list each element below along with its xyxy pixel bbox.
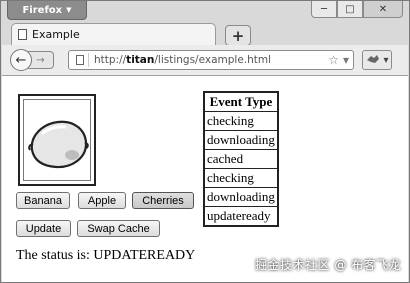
nav-buttons: ← →	[10, 49, 66, 71]
table-row: updateready	[203, 206, 279, 227]
chevron-down-icon[interactable]: ▾	[343, 53, 349, 67]
event-cell: downloading	[203, 187, 279, 207]
lemon-image	[28, 120, 89, 169]
back-button[interactable]: ←	[10, 49, 32, 71]
apple-button[interactable]: Apple	[78, 192, 126, 209]
maximize-button[interactable]: □	[337, 1, 363, 18]
table-header-row: Event Type	[203, 91, 279, 112]
table-row: checking	[203, 168, 279, 188]
navigation-toolbar: ← → http://titan/listings/example.html ☆…	[2, 45, 408, 76]
fruit-image-frame	[18, 94, 96, 186]
firefox-menu-button[interactable]: Firefox ▼	[7, 1, 87, 20]
event-cell: downloading	[203, 130, 279, 150]
table-row: cached	[203, 149, 279, 169]
chevron-down-icon: ▾	[383, 54, 389, 66]
close-button[interactable]: ✕	[363, 1, 403, 18]
event-table: Event Type checking downloading cached c…	[203, 91, 279, 227]
puzzle-icon	[367, 55, 380, 63]
cherries-button[interactable]: Cherries	[132, 192, 194, 209]
page-content: Banana Apple Cherries Update Swap Cache …	[2, 76, 408, 282]
table-row: checking	[203, 111, 279, 131]
browser-window: Firefox ▼ ─ □ ✕ Example + ← → http://tit…	[0, 0, 410, 283]
status-value: UPDATEREADY	[93, 248, 196, 263]
event-cell: cached	[203, 149, 279, 169]
watermark: 掘金技术社区 @ 布客飞龙	[255, 258, 402, 272]
table-row: downloading	[203, 187, 279, 207]
url-prefix: http://	[94, 54, 127, 66]
addon-button[interactable]: ▾	[362, 50, 392, 70]
event-cell: checking	[203, 168, 279, 188]
tab-example[interactable]: Example	[11, 23, 216, 45]
table-row: downloading	[203, 130, 279, 150]
swap-cache-button[interactable]: Swap Cache	[77, 220, 160, 237]
new-tab-button[interactable]: +	[225, 25, 251, 46]
back-arrow-icon: ←	[15, 52, 27, 68]
tab-title: Example	[32, 28, 80, 41]
banana-button[interactable]: Banana	[16, 192, 70, 209]
site-identity-icon[interactable]	[72, 53, 89, 67]
url-path: /listings/example.html	[154, 54, 272, 66]
status-label: The status is:	[16, 248, 94, 263]
status-line: The status is: UPDATEREADY	[16, 248, 195, 264]
firefox-menu-label: Firefox	[22, 4, 63, 16]
url-bar[interactable]: http://titan/listings/example.html ☆ ▾	[68, 50, 354, 70]
url-host: titan	[126, 54, 155, 66]
fruit-image	[23, 99, 91, 181]
event-type-header: Event Type	[203, 91, 279, 112]
window-controls: ─ □ ✕	[311, 1, 403, 18]
event-cell: checking	[203, 111, 279, 131]
event-cell: updateready	[203, 206, 279, 227]
minimize-button[interactable]: ─	[311, 1, 337, 18]
update-button[interactable]: Update	[16, 220, 71, 237]
forward-arrow-icon: →	[36, 54, 45, 66]
url-bar-actions: ☆ ▾	[328, 53, 353, 67]
star-icon[interactable]: ☆	[328, 53, 339, 67]
page-icon	[18, 29, 27, 40]
chevron-down-icon: ▼	[66, 6, 72, 14]
